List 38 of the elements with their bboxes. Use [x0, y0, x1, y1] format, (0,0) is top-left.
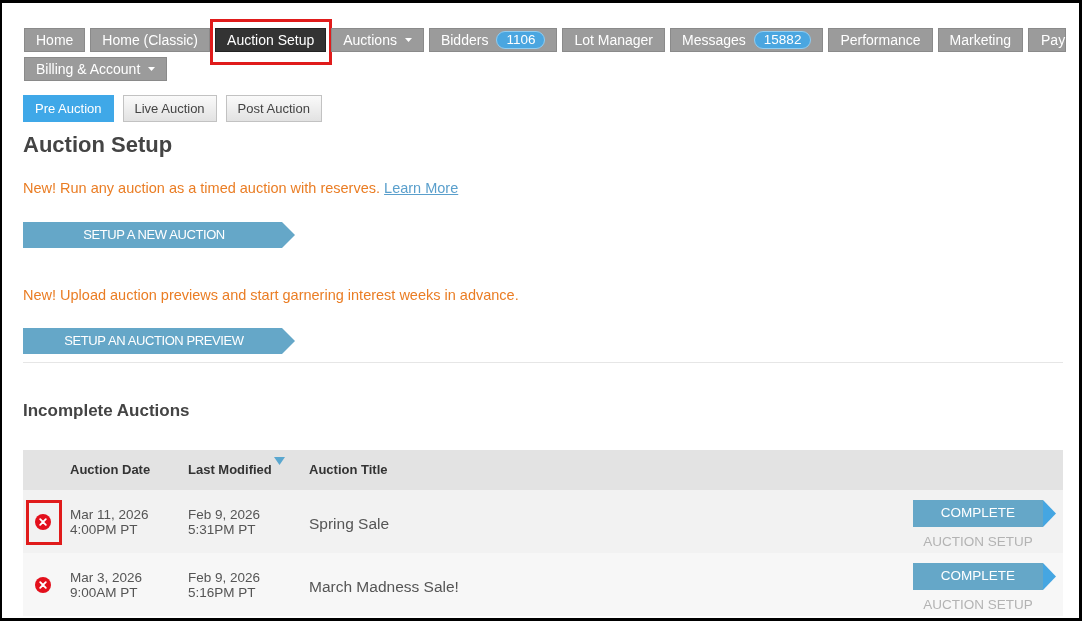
x-circle-icon[interactable] — [35, 576, 51, 593]
nav-tab[interactable]: Auction Setup — [215, 28, 327, 52]
table-cell-text: Mar 3, 2026 9:00AM PT — [70, 569, 144, 600]
subtab[interactable]: Live Auction — [122, 95, 217, 122]
nav-tab[interactable]: Performance — [828, 28, 933, 52]
column-header[interactable]: Auction Title — [309, 460, 388, 480]
count-badge: 15882 — [753, 31, 812, 49]
learn-more-link[interactable]: Learn More — [384, 180, 459, 196]
x-circle-icon[interactable] — [35, 513, 51, 530]
table-cell-text: Mar 11, 2026 4:00PM PT — [70, 506, 150, 537]
nav-tab[interactable]: Messages 15882 — [670, 28, 824, 52]
setup-button[interactable]: SETUP A NEW AUCTION — [23, 222, 295, 248]
complete-button[interactable]: COMPLETE — [913, 500, 1056, 527]
table-cell-text: Feb 9, 2026 5:16PM PT — [188, 569, 262, 600]
nav-tab[interactable]: Billing & Account — [24, 57, 168, 81]
column-header[interactable]: Last Modified — [188, 460, 285, 480]
subtab[interactable]: Pre Auction — [23, 95, 114, 122]
nav-tab[interactable]: Home — [24, 28, 86, 52]
button-caption: AUCTION SETUP — [922, 534, 1034, 550]
column-header[interactable]: Auction Date — [70, 460, 151, 480]
button-caption: AUCTION SETUP — [922, 597, 1034, 613]
count-badge: 1106 — [496, 31, 546, 49]
auction-title: March Madness Sale! — [309, 576, 459, 597]
nav-tab[interactable]: Pay — [1028, 28, 1067, 52]
auction-title: Spring Sale — [309, 513, 390, 534]
nav-tab[interactable]: Home (Classic) — [90, 28, 211, 52]
nav-tab[interactable]: Lot Manager — [562, 28, 666, 52]
promo-text: New! Upload auction previews and start garnering interest weeks in advance. — [23, 286, 519, 305]
page-title: Auction Setup — [23, 132, 173, 158]
nav-tab[interactable]: Auctions — [331, 28, 424, 52]
promo-text: New! Run any auction as a timed auction with reserves. Learn More — [23, 179, 459, 198]
nav-tab[interactable]: Marketing — [937, 28, 1023, 52]
nav-tab[interactable]: Bidders 1106 — [428, 28, 558, 52]
section-title: Incomplete Auctions — [23, 400, 190, 422]
setup-button[interactable]: SETUP AN AUCTION PREVIEW — [23, 328, 295, 354]
table-cell-text: Feb 9, 2026 5:31PM PT — [188, 506, 262, 537]
complete-button[interactable]: COMPLETE — [913, 563, 1056, 590]
subtab[interactable]: Post Auction — [225, 95, 322, 122]
